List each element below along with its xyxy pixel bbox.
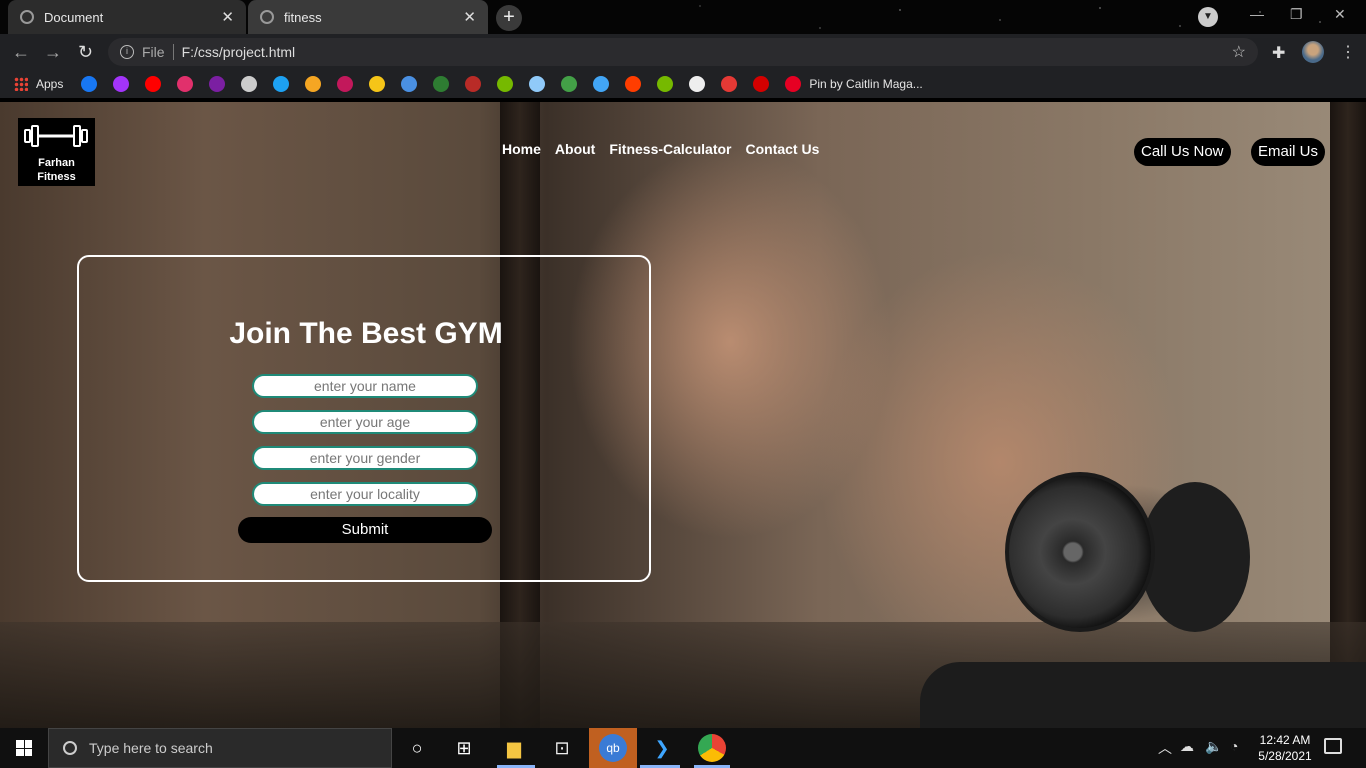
bookmark-icon-9[interactable] bbox=[337, 76, 354, 92]
submit-button[interactable]: Submit bbox=[238, 517, 492, 543]
bookmark-icon-8[interactable] bbox=[305, 76, 322, 92]
tab-title: Document bbox=[44, 9, 104, 25]
globe-icon bbox=[260, 10, 274, 24]
bookmark-icon-19[interactable] bbox=[657, 76, 674, 92]
bookmark-icon-21[interactable] bbox=[721, 76, 738, 92]
bookmark-star-icon[interactable]: ☆ bbox=[1232, 42, 1246, 62]
imdb-icon[interactable] bbox=[369, 76, 386, 92]
task-view-icon[interactable]: ⊞ bbox=[450, 734, 478, 762]
nav-fitness-calculator[interactable]: Fitness-Calculator bbox=[609, 141, 731, 157]
bookmark-icon-22[interactable] bbox=[753, 76, 770, 92]
bookmark-icon-15[interactable] bbox=[529, 76, 546, 92]
bookmark-icon-6[interactable] bbox=[241, 76, 258, 92]
bookmark-icon-18[interactable] bbox=[625, 76, 642, 92]
tab-close-icon[interactable]: ✕ bbox=[221, 8, 234, 26]
url-separator bbox=[172, 44, 174, 60]
bookmark-icons bbox=[81, 76, 817, 92]
tab-close-icon[interactable]: ✕ bbox=[463, 8, 476, 26]
logo-text: Farhan Fitness bbox=[18, 156, 95, 184]
locality-input[interactable] bbox=[252, 482, 478, 506]
url-text[interactable]: F:/css/project.html bbox=[182, 44, 296, 60]
youtube-icon[interactable] bbox=[145, 76, 162, 92]
instagram-icon[interactable] bbox=[177, 76, 194, 92]
main-nav: Home About Fitness-Calculator Contact Us bbox=[502, 141, 819, 157]
pinterest-icon[interactable] bbox=[785, 76, 802, 92]
bookmark-icon-17[interactable] bbox=[593, 76, 610, 92]
store-icon[interactable]: ⊡ bbox=[548, 734, 576, 762]
clock-time: 12:42 AM bbox=[1259, 733, 1311, 747]
tray-chevron-icon[interactable]: ︿ bbox=[1158, 738, 1172, 758]
join-form: Join The Best GYM Submit bbox=[77, 255, 651, 582]
vscode-icon[interactable]: ❯ bbox=[648, 734, 676, 762]
messenger-icon[interactable] bbox=[113, 76, 130, 92]
bookmarks-bar: Apps Pin by Caitlin Maga... bbox=[0, 70, 1366, 98]
tab-title: fitness bbox=[284, 9, 322, 25]
form-title: Join The Best GYM bbox=[229, 317, 503, 350]
tab-document[interactable]: Document ✕ bbox=[8, 0, 246, 34]
browser-toolbar: ← → ↻ i File F:/css/project.html ☆ ✚ ⋮ bbox=[0, 34, 1366, 70]
window-close-icon[interactable]: ✕ bbox=[1334, 6, 1346, 23]
qbittorrent-icon[interactable]: qb bbox=[599, 734, 627, 762]
info-icon[interactable]: i bbox=[120, 45, 134, 59]
wifi-icon[interactable]: ◔ bbox=[1230, 738, 1238, 754]
name-input[interactable] bbox=[252, 374, 478, 398]
url-protocol: File bbox=[142, 44, 165, 60]
minimize-icon[interactable]: — bbox=[1250, 6, 1264, 22]
address-bar[interactable]: i File F:/css/project.html ☆ bbox=[108, 38, 1258, 66]
browser-menu-icon[interactable]: ⋮ bbox=[1340, 42, 1356, 62]
apps-grid-icon[interactable] bbox=[14, 77, 28, 91]
bookmark-icon-20[interactable] bbox=[689, 76, 706, 92]
bookmark-icon-14[interactable] bbox=[497, 76, 514, 92]
chrome-icon[interactable] bbox=[698, 734, 726, 762]
profile-avatar[interactable] bbox=[1302, 41, 1324, 63]
bookmark-icon-16[interactable] bbox=[561, 76, 578, 92]
tab-search-icon[interactable]: ▼ bbox=[1198, 7, 1218, 27]
forward-arrow-icon[interactable]: → bbox=[44, 42, 62, 63]
taskbar-search[interactable]: Type here to search bbox=[48, 728, 392, 768]
dumbbell-back-plate bbox=[1140, 482, 1250, 632]
back-arrow-icon[interactable]: ← bbox=[12, 42, 30, 63]
clock-date: 5/28/2021 bbox=[1258, 749, 1312, 763]
email-us-button[interactable]: Email Us bbox=[1251, 138, 1326, 166]
extensions-puzzle-icon[interactable]: ✚ bbox=[1272, 43, 1285, 63]
facebook-icon[interactable] bbox=[81, 76, 98, 92]
onedrive-cloud-icon[interactable]: ☁ bbox=[1180, 738, 1194, 755]
apps-bookmark[interactable]: Apps bbox=[36, 77, 63, 91]
tab-fitness[interactable]: fitness ✕ bbox=[248, 0, 488, 34]
call-us-button[interactable]: Call Us Now bbox=[1134, 138, 1231, 166]
system-clock[interactable]: 12:42 AM 5/28/2021 bbox=[1250, 732, 1320, 764]
search-icon bbox=[63, 741, 77, 755]
bookmark-icon-11[interactable] bbox=[401, 76, 418, 92]
page-hero: Farhan Fitness Home About Fitness-Calcul… bbox=[0, 102, 1366, 728]
reload-icon[interactable]: ↻ bbox=[78, 42, 93, 63]
nav-contact-us[interactable]: Contact Us bbox=[745, 141, 819, 157]
logo-line1: Farhan bbox=[38, 157, 75, 169]
browser-tab-bar: Document ✕ fitness ✕ + ▼ — ❐ ✕ bbox=[0, 0, 1366, 34]
bookmark-icon-12[interactable] bbox=[433, 76, 450, 92]
twitter-icon[interactable] bbox=[273, 76, 290, 92]
logo-line2: Fitness bbox=[37, 171, 76, 183]
gender-input[interactable] bbox=[252, 446, 478, 470]
windows-taskbar: Type here to search ○ ⊞ ▆ ⊡ qb ❯ ︿ ☁ 🔈 ◔… bbox=[0, 728, 1366, 768]
file-explorer-icon[interactable]: ▆ bbox=[500, 734, 528, 762]
pinterest-bookmark-label[interactable]: Pin by Caitlin Maga... bbox=[809, 77, 922, 91]
new-tab-button[interactable]: + bbox=[496, 5, 522, 31]
site-logo[interactable]: Farhan Fitness bbox=[18, 118, 95, 186]
cortana-icon[interactable]: ○ bbox=[403, 734, 431, 762]
globe-icon bbox=[20, 10, 34, 24]
windows-start-icon[interactable] bbox=[16, 740, 32, 756]
age-input[interactable] bbox=[252, 410, 478, 434]
volume-icon[interactable]: 🔈 bbox=[1205, 738, 1222, 755]
dumbbell-image bbox=[1005, 472, 1155, 632]
notification-center-icon[interactable] bbox=[1324, 738, 1342, 754]
bookmark-icon-5[interactable] bbox=[209, 76, 226, 92]
nav-about[interactable]: About bbox=[555, 141, 595, 157]
barbell-icon bbox=[24, 125, 88, 147]
nav-home[interactable]: Home bbox=[502, 141, 541, 157]
quora-icon[interactable] bbox=[465, 76, 482, 92]
taskbar-search-placeholder: Type here to search bbox=[89, 740, 213, 756]
background-figure-shorts bbox=[920, 662, 1366, 728]
maximize-icon[interactable]: ❐ bbox=[1290, 6, 1303, 23]
